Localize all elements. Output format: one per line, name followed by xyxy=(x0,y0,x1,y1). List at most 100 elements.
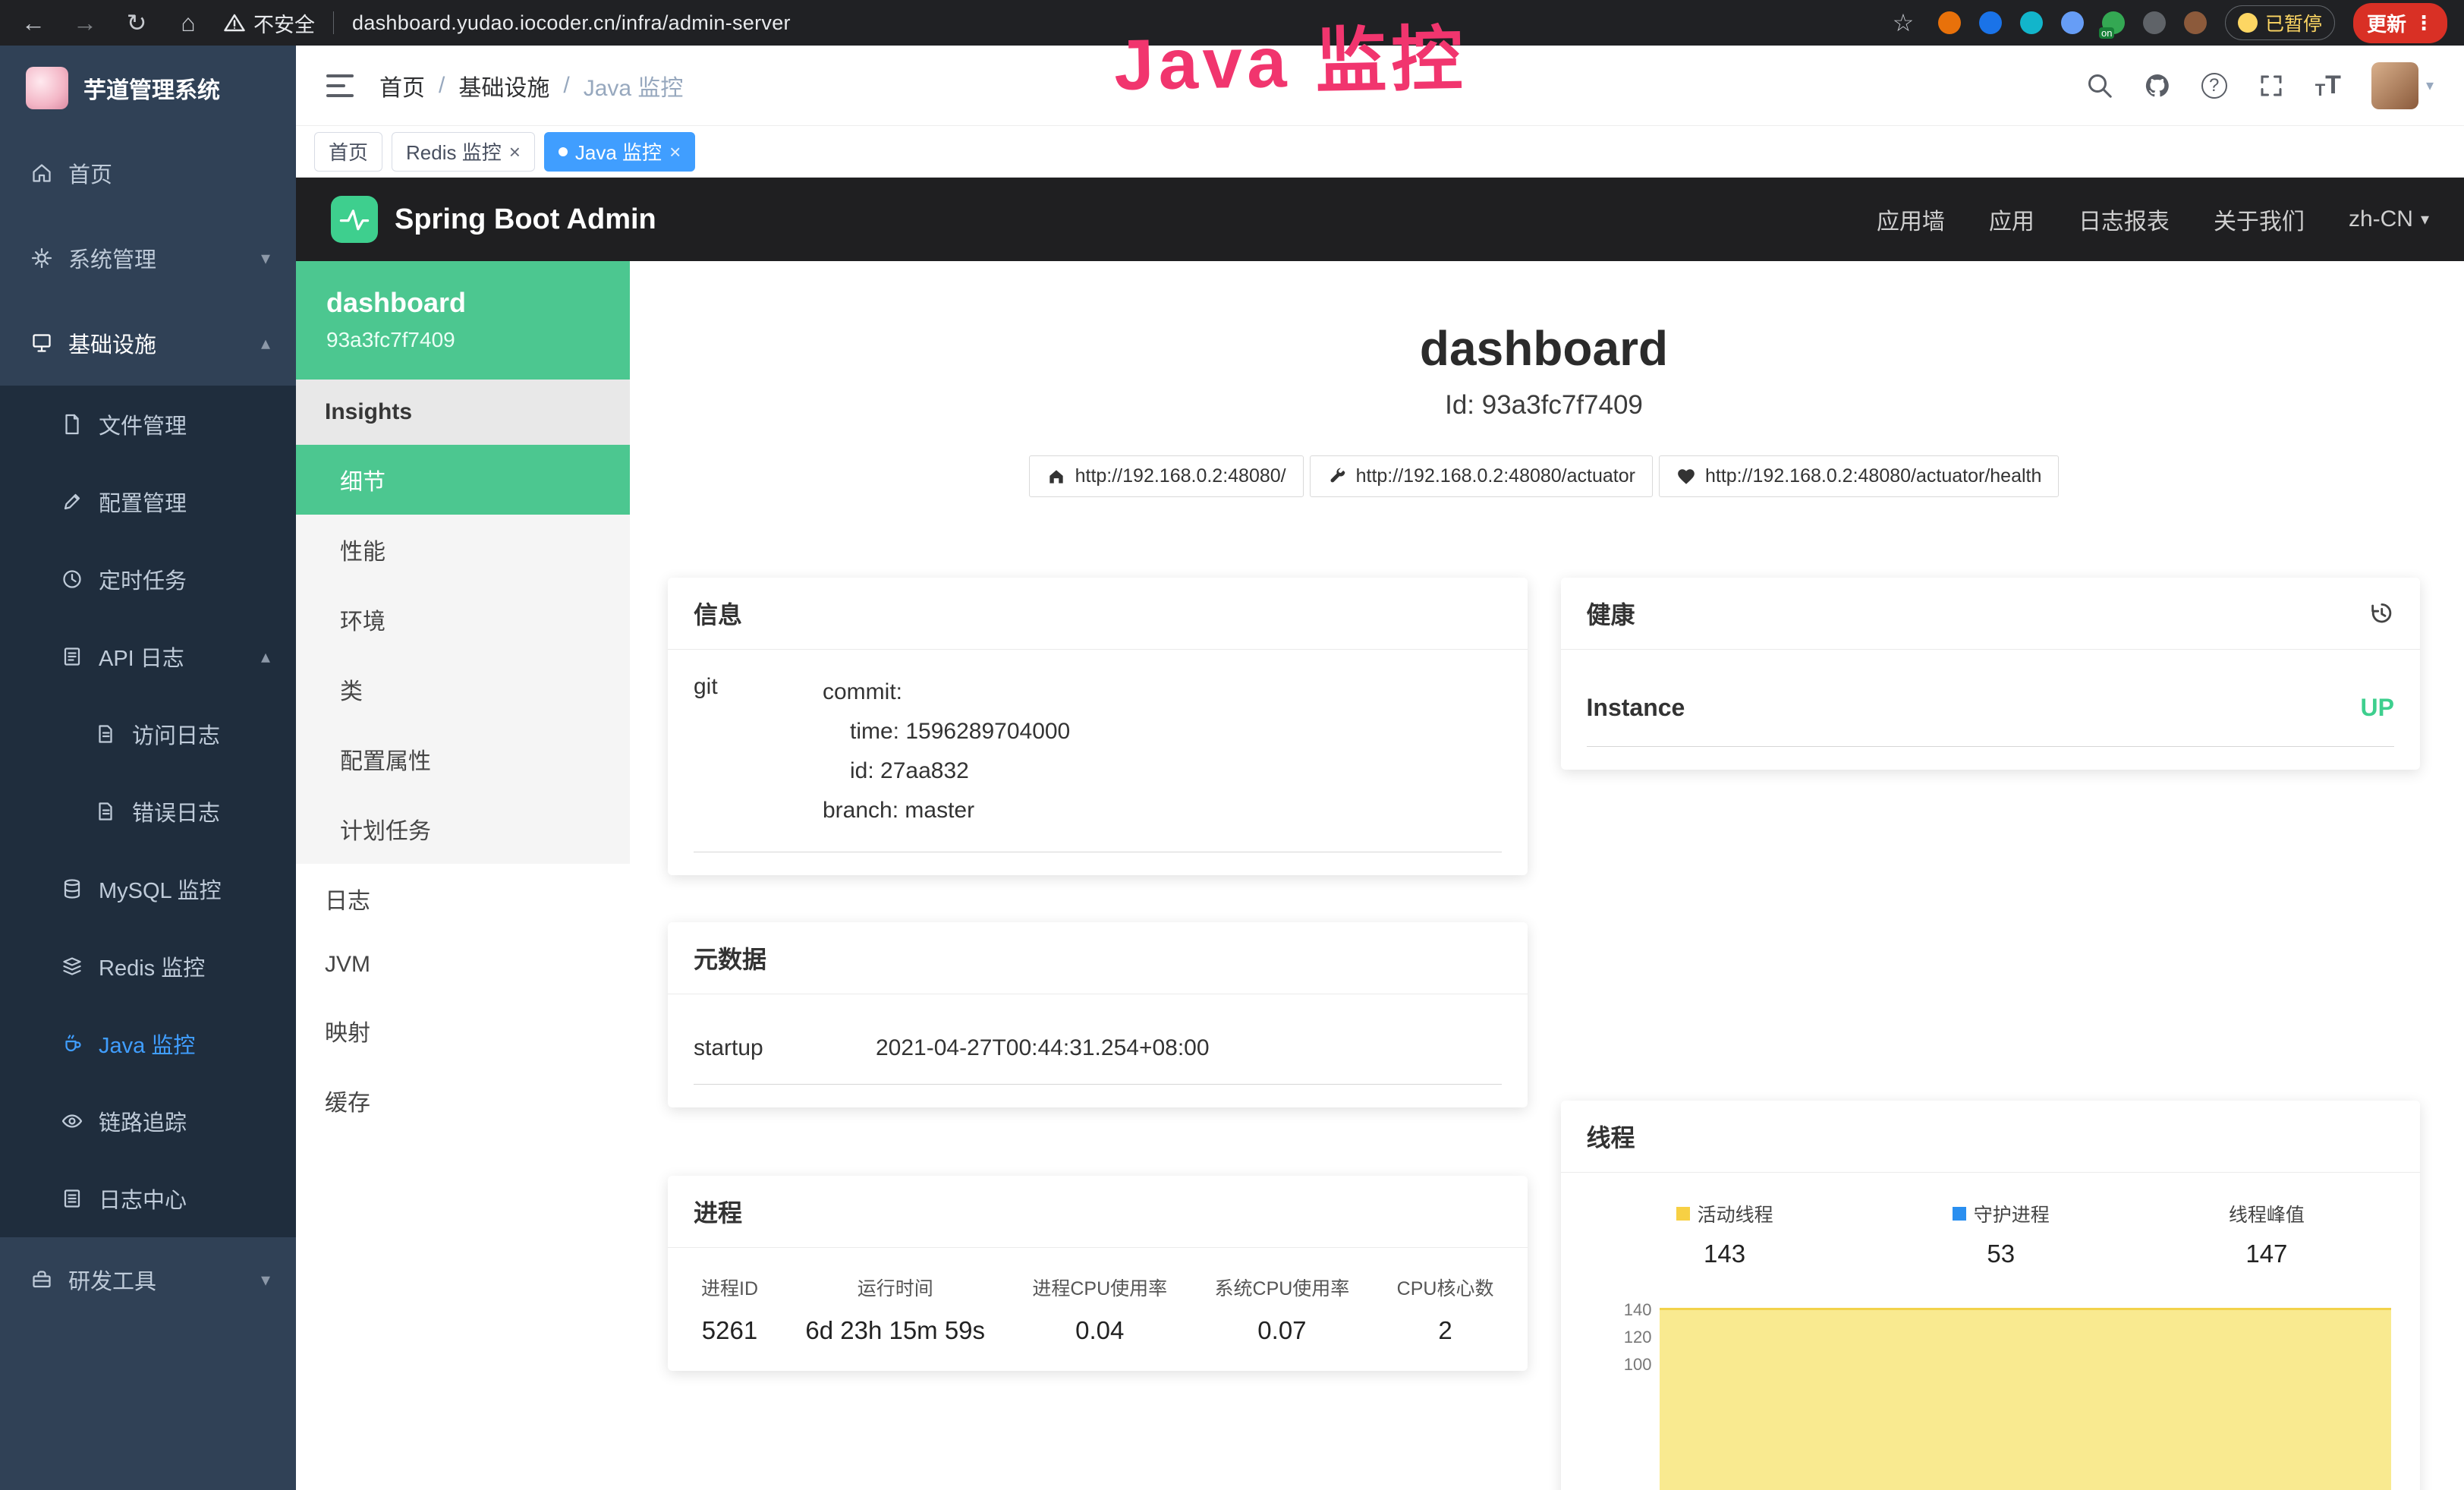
sba-item-config-props[interactable]: 配置属性 xyxy=(296,724,630,794)
wrench-icon xyxy=(1327,467,1347,487)
hamburger-icon[interactable] xyxy=(326,74,354,97)
forward-button[interactable]: → xyxy=(68,9,102,37)
close-icon[interactable]: × xyxy=(669,142,681,162)
sidebar-item-log-center[interactable]: 日志中心 xyxy=(0,1160,296,1237)
health-card-title: 健康 xyxy=(1587,596,1635,631)
font-size-icon[interactable]: TT xyxy=(2315,71,2341,100)
sba-brand-name: Spring Boot Admin xyxy=(395,203,656,236)
sidebar-item-home[interactable]: 首页 xyxy=(0,131,296,216)
process-metrics: 进程ID5261 运行时间6d 23h 15m 59s 进程CPU使用率0.04… xyxy=(694,1271,1502,1348)
update-button[interactable]: 更新 ⋮ xyxy=(2353,3,2447,43)
avatar-image xyxy=(2371,62,2418,109)
sidebar-item-config-manage[interactable]: 配置管理 xyxy=(0,463,296,540)
endpoint-buttons: http://192.168.0.2:48080/ http://192.168… xyxy=(668,455,2420,497)
metadata-row-startup: startup 2021-04-27T00:44:31.254+08:00 xyxy=(694,1017,1502,1085)
close-icon[interactable]: × xyxy=(509,142,521,162)
extension-icon[interactable] xyxy=(1938,11,1961,34)
sba-nav-journal[interactable]: 日志报表 xyxy=(2079,203,2170,236)
sba-item-mappings[interactable]: 映射 xyxy=(296,996,630,1066)
endpoint-home-button[interactable]: http://192.168.0.2:48080/ xyxy=(1029,455,1304,497)
sba-item-scheduled-tasks[interactable]: 计划任务 xyxy=(296,794,630,864)
chevron-down-icon: ▾ xyxy=(261,247,270,269)
reload-button[interactable]: ↻ xyxy=(120,8,153,37)
sba-item-logs[interactable]: 日志 xyxy=(296,864,630,934)
search-icon[interactable] xyxy=(2086,72,2113,99)
endpoint-actuator-button[interactable]: http://192.168.0.2:48080/actuator xyxy=(1310,455,1653,497)
sba-locale-select[interactable]: zh-CN ▾ xyxy=(2349,206,2429,232)
caret-down-icon: ▾ xyxy=(2426,76,2434,95)
sba-item-classes[interactable]: 类 xyxy=(296,654,630,724)
sba-header: Spring Boot Admin 应用墙 应用 日志报表 关于我们 zh-CN… xyxy=(296,178,2464,261)
sidebar-item-cron-jobs[interactable]: 定时任务 xyxy=(0,540,296,618)
page-title: dashboard xyxy=(668,320,2420,376)
app-brand[interactable]: 芋道管理系统 xyxy=(0,46,296,131)
extension-icon[interactable] xyxy=(2143,11,2166,34)
face-icon xyxy=(2238,13,2258,33)
sba-instance-header[interactable]: dashboard 93a3fc7f7409 xyxy=(296,261,630,380)
sba-nav-applications[interactable]: 应用 xyxy=(1989,203,2034,236)
sidebar-item-system[interactable]: 系统管理 ▾ xyxy=(0,216,296,301)
sidebar-item-redis-monitor[interactable]: Redis 监控 xyxy=(0,928,296,1005)
sidebar-item-file-manage[interactable]: 文件管理 xyxy=(0,386,296,463)
status-badge: UP xyxy=(2361,694,2394,722)
profile-avatar[interactable] xyxy=(2184,11,2207,34)
bookmark-star-icon[interactable]: ☆ xyxy=(1887,8,1920,37)
chevron-down-icon: ▾ xyxy=(261,1269,270,1291)
home-icon xyxy=(30,162,53,184)
process-card-title: 进程 xyxy=(694,1194,742,1229)
tab-home[interactable]: 首页 xyxy=(314,132,382,172)
user-avatar[interactable]: ▾ xyxy=(2371,62,2434,109)
edit-icon xyxy=(61,490,83,513)
site-security-chip[interactable]: 不安全 xyxy=(223,8,315,38)
screen: ← → ↻ ⌂ 不安全 dashboard.yudao.iocoder.cn/i… xyxy=(0,0,2464,1490)
breadcrumb-current: Java 监控 xyxy=(584,69,684,102)
sidebar-item-api-log[interactable]: API 日志 ▴ xyxy=(0,618,296,695)
legend-live-threads: 活动线程 143 xyxy=(1676,1200,1773,1268)
sba-item-jvm[interactable]: JVM xyxy=(296,934,630,996)
extension-icon[interactable] xyxy=(2020,11,2043,34)
clock-icon xyxy=(61,568,83,591)
chart-area-series xyxy=(1660,1308,2392,1490)
heart-icon xyxy=(1676,467,1696,487)
home-button[interactable]: ⌂ xyxy=(172,9,205,37)
fullscreen-icon[interactable] xyxy=(2258,72,2285,99)
tab-java-monitor[interactable]: Java 监控 × xyxy=(544,132,695,172)
sba-item-metrics[interactable]: 性能 xyxy=(296,515,630,584)
extension-icon[interactable]: on xyxy=(2102,11,2125,34)
paused-badge[interactable]: 已暂停 xyxy=(2225,5,2335,40)
breadcrumb-home[interactable]: 首页 xyxy=(379,69,425,102)
sba-item-caches[interactable]: 缓存 xyxy=(296,1066,630,1136)
sidebar-item-error-log[interactable]: 错误日志 xyxy=(0,773,296,850)
legend-daemon-threads: 守护进程 53 xyxy=(1953,1200,2050,1268)
sidebar-item-tracing[interactable]: 链路追踪 xyxy=(0,1082,296,1160)
app-header: 首页 / 基础设施 / Java 监控 ? xyxy=(296,46,2464,126)
sba-item-environment[interactable]: 环境 xyxy=(296,584,630,654)
sidebar-item-java-monitor[interactable]: Java 监控 xyxy=(0,1005,296,1082)
url-bar[interactable]: dashboard.yudao.iocoder.cn/infra/admin-s… xyxy=(352,11,791,35)
sba-sidebar: dashboard 93a3fc7f7409 Insights 细节 性能 环境… xyxy=(296,261,630,1490)
github-icon[interactable] xyxy=(2144,72,2171,99)
back-button[interactable]: ← xyxy=(17,9,50,37)
process-card: 进程 进程ID5261 运行时间6d 23h 15m 59s 进程CPU使用率0… xyxy=(668,1176,1528,1371)
info-row-git: git commit: time: 1596289704000 id: 27aa… xyxy=(694,673,1502,852)
sidebar-item-infra[interactable]: 基础设施 ▴ xyxy=(0,301,296,386)
extension-icon[interactable] xyxy=(2061,11,2084,34)
sidebar-item-mysql-monitor[interactable]: MySQL 监控 xyxy=(0,850,296,928)
chevron-up-icon: ▴ xyxy=(261,332,270,354)
help-icon[interactable]: ? xyxy=(2201,73,2227,99)
sba-brand[interactable]: Spring Boot Admin xyxy=(331,196,656,243)
history-icon[interactable] xyxy=(2368,600,2394,626)
sidebar-item-dev-tools[interactable]: 研发工具 ▾ xyxy=(0,1237,296,1322)
layers-icon xyxy=(61,955,83,978)
sidebar-item-access-log[interactable]: 访问日志 xyxy=(0,695,296,773)
sba-item-details[interactable]: 细节 xyxy=(296,445,630,515)
sba-logo-icon xyxy=(331,196,378,243)
database-icon xyxy=(61,877,83,900)
sba-nav-wallboard[interactable]: 应用墙 xyxy=(1877,203,1945,236)
extension-icon[interactable] xyxy=(1979,11,2002,34)
sba-nav-about[interactable]: 关于我们 xyxy=(2214,203,2305,236)
metadata-card-title: 元数据 xyxy=(694,940,766,975)
endpoint-health-button[interactable]: http://192.168.0.2:48080/actuator/health xyxy=(1659,455,2059,497)
tab-redis-monitor[interactable]: Redis 监控 × xyxy=(392,132,535,172)
breadcrumb-infra[interactable]: 基础设施 xyxy=(458,69,549,102)
